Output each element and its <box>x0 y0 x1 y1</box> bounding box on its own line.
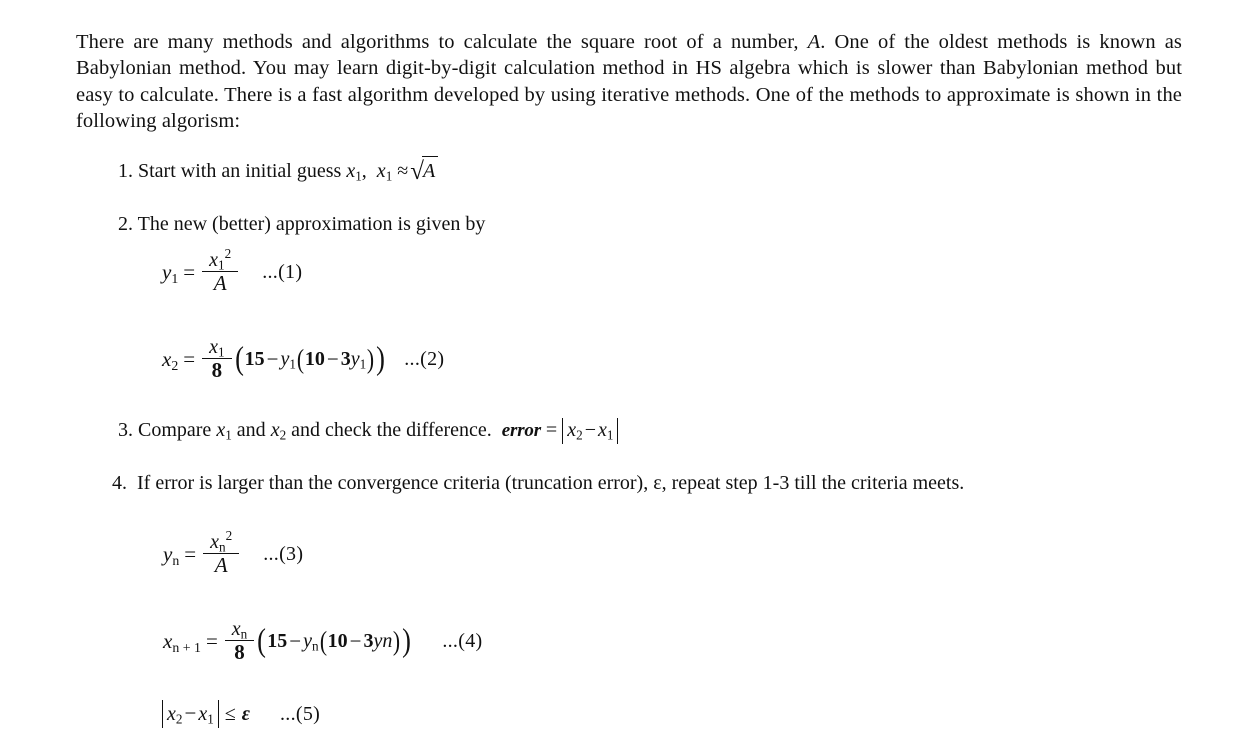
error-label: error <box>501 420 541 441</box>
equation-4: xn + 1 = xn 8 (15− yn(10−3 yn)) ...(4) <box>163 619 482 664</box>
step-3-equals: = <box>545 419 558 441</box>
step-4-number: 4. <box>112 472 127 494</box>
step-1-text: Start with an initial guess <box>138 160 347 182</box>
eq4-fraction: xn 8 <box>224 618 255 664</box>
eq2-y1: y1 <box>280 347 296 372</box>
eq2-inner-close-paren: ) <box>367 343 375 374</box>
eq4-inner-minus: − <box>349 628 362 653</box>
equation-2: x2 = x1 8 (15− y1(10−3 y1)) ...(2) <box>162 337 444 382</box>
step-4: 4. If error is larger than the convergen… <box>112 470 1182 497</box>
step-3-text-a: Compare <box>138 419 217 441</box>
eq3-equals: = <box>184 541 197 566</box>
step-2-number: 2. <box>118 213 133 235</box>
step-3-text-c: and check the difference. <box>286 419 492 441</box>
square-root-expression: √A <box>408 156 439 185</box>
eq1-lhs: y1 <box>162 259 179 286</box>
eq4-open-paren: ( <box>257 622 267 659</box>
eq4-lhs: xn + 1 <box>163 628 201 655</box>
eq1-numerator: x12 <box>209 245 232 273</box>
eq3-lhs: yn <box>163 541 180 568</box>
eq4-equals: = <box>205 628 218 653</box>
intro-variable-A: A <box>807 30 821 53</box>
eq4-inner-open-paren: ( <box>319 625 327 656</box>
eq3-denominator: A <box>203 553 240 576</box>
eq4-const-15: 15 <box>267 629 288 652</box>
step-3-number: 3. <box>118 419 133 441</box>
eq2-y1-inner: y1 <box>350 347 367 372</box>
step-1-comma: , <box>361 160 367 182</box>
eq4-denominator: 8 <box>224 640 255 663</box>
step-1-approx-variable: x1 <box>376 160 393 184</box>
intro-text-part1: There are many methods and algorithms to… <box>76 30 808 53</box>
equation-3: yn = xn2 A ...(3) <box>163 527 304 577</box>
eq4-minus: − <box>289 628 302 653</box>
step-3-x2: x2 <box>270 419 287 443</box>
eq2-const-15: 15 <box>244 347 265 370</box>
eq2-const-10: 10 <box>304 347 325 370</box>
eq4-yn-inline: yn <box>373 629 393 652</box>
eq5-absolute-value: x2− x1 <box>162 700 219 728</box>
eq2-equals: = <box>183 346 196 371</box>
eq3-numerator: xn2 <box>210 527 233 555</box>
eq5-minus: − <box>184 701 197 725</box>
step-4-text: If error is larger than the convergence … <box>137 472 965 494</box>
equation-1: y1 = x12 A ...(1) <box>162 245 303 295</box>
eq2-inner-open-paren: ( <box>296 343 305 374</box>
step-3-text-b: and <box>231 419 271 441</box>
step-1-variable-x1: x1 <box>346 160 362 184</box>
eq4-numerator: xn <box>231 618 248 642</box>
step-3-abs-x2: x2 <box>567 419 583 443</box>
step-1-number: 1. <box>118 160 133 182</box>
eq3-fraction: xn2 A <box>203 527 240 577</box>
intro-paragraph: There are many methods and algorithms to… <box>76 29 1182 135</box>
eq4-close-paren: ) <box>402 622 412 659</box>
eq2-minus: − <box>266 346 279 371</box>
eq5-less-equal-icon: ≤ <box>224 702 236 725</box>
eq2-fraction: x1 8 <box>202 336 232 382</box>
step-3: 3. Compare x1 and x2 and check the diffe… <box>118 417 619 444</box>
step-3-x1: x1 <box>216 419 232 443</box>
step-2: 2. The new (better) approximation is giv… <box>118 211 485 238</box>
eq4-label: ...(4) <box>442 629 483 652</box>
eq2-close-paren: ) <box>376 340 386 377</box>
error-absolute-value: x2− x1 <box>562 418 619 444</box>
eq1-denominator: A <box>202 271 239 294</box>
step-3-abs-x1: x1 <box>597 419 614 443</box>
eq4-inner-close-paren: ) <box>393 625 401 656</box>
eq2-lhs: x2 <box>162 346 179 373</box>
eq2-open-paren: ( <box>234 340 244 377</box>
eq2-denominator: 8 <box>202 358 232 381</box>
eq5-x2: x2 <box>167 703 183 727</box>
eq5-label: ...(5) <box>280 702 321 725</box>
eq1-label: ...(1) <box>262 260 303 283</box>
eq2-coef-3: 3 <box>340 347 351 370</box>
eq5-epsilon: ε <box>241 702 250 725</box>
eq2-inner-minus: − <box>326 346 339 371</box>
eq5-x1: x1 <box>198 703 214 727</box>
eq3-label: ...(3) <box>263 542 304 565</box>
eq1-fraction: x12 A <box>202 245 239 295</box>
approx-equals-icon: ≈ <box>397 160 409 182</box>
eq4-const-10: 10 <box>327 629 348 652</box>
eq4-yn: yn <box>303 629 319 654</box>
radicand-A: A <box>422 156 439 185</box>
step-2-text: The new (better) approximation is given … <box>137 213 486 235</box>
document-page: There are many methods and algorithms to… <box>0 0 1234 754</box>
equation-5: x2− x1 ≤ ε ...(5) <box>162 700 320 728</box>
eq1-equals: = <box>183 259 196 284</box>
eq2-numerator: x1 <box>209 336 225 360</box>
eq2-label: ...(2) <box>404 347 445 370</box>
eq4-coef-3: 3 <box>363 629 374 652</box>
step-1: 1. Start with an initial guess x1, x1 ≈√… <box>118 156 439 185</box>
step-3-abs-minus: − <box>584 419 596 441</box>
